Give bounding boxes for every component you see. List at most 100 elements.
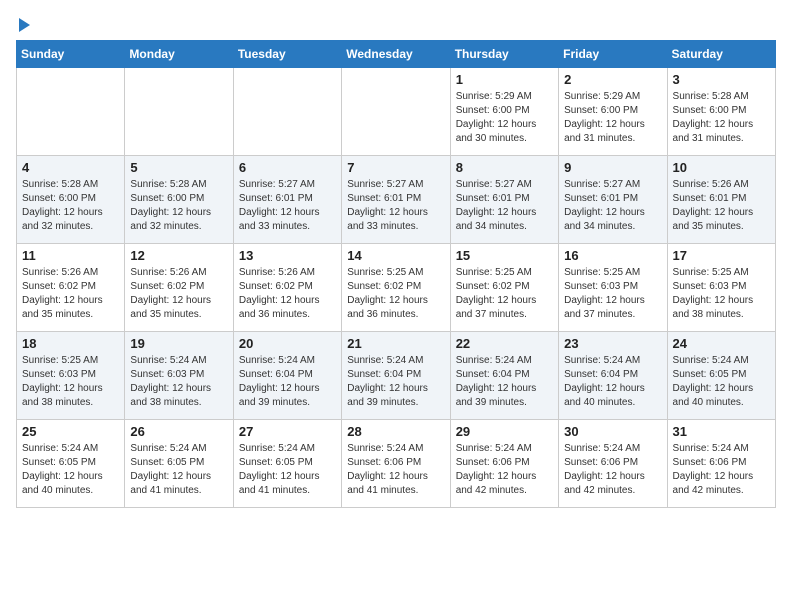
day-number: 21	[347, 336, 444, 351]
calendar-table: SundayMondayTuesdayWednesdayThursdayFrid…	[16, 40, 776, 508]
day-number: 3	[673, 72, 770, 87]
calendar-cell: 22Sunrise: 5:24 AM Sunset: 6:04 PM Dayli…	[450, 332, 558, 420]
day-info: Sunrise: 5:24 AM Sunset: 6:06 PM Dayligh…	[564, 442, 661, 498]
day-number: 24	[673, 336, 770, 351]
day-info: Sunrise: 5:24 AM Sunset: 6:03 PM Dayligh…	[130, 354, 227, 410]
day-info: Sunrise: 5:28 AM Sunset: 6:00 PM Dayligh…	[130, 178, 227, 234]
day-number: 31	[673, 424, 770, 439]
weekday-header: Friday	[559, 41, 667, 68]
calendar-week-row: 25Sunrise: 5:24 AM Sunset: 6:05 PM Dayli…	[17, 420, 776, 508]
day-info: Sunrise: 5:24 AM Sunset: 6:04 PM Dayligh…	[239, 354, 336, 410]
calendar-cell: 24 Sunrise: 5:24 AM Sunset: 6:05 PM Dayli…	[667, 332, 775, 420]
calendar-week-row: 1 Sunrise: 5:29 AM Sunset: 6:00 PM Daylig…	[17, 68, 776, 156]
day-info: Sunrise: 5:25 AM Sunset: 6:03 PM Dayligh…	[564, 266, 661, 322]
calendar-week-row: 4 Sunrise: 5:28 AM Sunset: 6:00 PM Daylig…	[17, 156, 776, 244]
calendar-cell: 13Sunrise: 5:26 AM Sunset: 6:02 PM Dayli…	[233, 244, 341, 332]
day-info: Sunrise: 5:24 AM Sunset: 6:04 PM Dayligh…	[347, 354, 444, 410]
calendar-cell: 18 Sunrise: 5:25 AM Sunset: 6:03 PM Dayli…	[17, 332, 125, 420]
day-number: 29	[456, 424, 553, 439]
calendar-cell: 10Sunrise: 5:26 AM Sunset: 6:01 PM Dayli…	[667, 156, 775, 244]
day-info: Sunrise: 5:28 AM Sunset: 6:00 PM Dayligh…	[673, 90, 770, 146]
calendar-cell: 14 Sunrise: 5:25 AM Sunset: 6:02 PM Dayli…	[342, 244, 450, 332]
calendar-week-row: 18 Sunrise: 5:25 AM Sunset: 6:03 PM Dayli…	[17, 332, 776, 420]
day-info: Sunrise: 5:26 AM Sunset: 6:02 PM Dayligh…	[22, 266, 119, 322]
calendar-cell	[125, 68, 233, 156]
page-header	[16, 16, 776, 32]
day-number: 16	[564, 248, 661, 263]
day-number: 4	[22, 160, 119, 175]
weekday-header: Wednesday	[342, 41, 450, 68]
day-number: 1	[456, 72, 553, 87]
day-number: 18	[22, 336, 119, 351]
day-info: Sunrise: 5:28 AM Sunset: 6:00 PM Dayligh…	[22, 178, 119, 234]
day-number: 27	[239, 424, 336, 439]
calendar-cell: 29 Sunrise: 5:24 AM Sunset: 6:06 PM Dayli…	[450, 420, 558, 508]
weekday-header: Thursday	[450, 41, 558, 68]
day-number: 30	[564, 424, 661, 439]
day-info: Sunrise: 5:24 AM Sunset: 6:05 PM Dayligh…	[673, 354, 770, 410]
day-number: 8	[456, 160, 553, 175]
day-info: Sunrise: 5:25 AM Sunset: 6:03 PM Dayligh…	[673, 266, 770, 322]
day-info: Sunrise: 5:24 AM Sunset: 6:04 PM Dayligh…	[456, 354, 553, 410]
day-info: Sunrise: 5:27 AM Sunset: 6:01 PM Dayligh…	[456, 178, 553, 234]
calendar-cell: 28Sunrise: 5:24 AM Sunset: 6:06 PM Dayli…	[342, 420, 450, 508]
calendar-cell: 17 Sunrise: 5:25 AM Sunset: 6:03 PM Dayli…	[667, 244, 775, 332]
day-number: 7	[347, 160, 444, 175]
weekday-header: Sunday	[17, 41, 125, 68]
weekday-header: Tuesday	[233, 41, 341, 68]
day-number: 14	[347, 248, 444, 263]
weekday-header: Monday	[125, 41, 233, 68]
calendar-cell: 25Sunrise: 5:24 AM Sunset: 6:05 PM Dayli…	[17, 420, 125, 508]
calendar-cell	[17, 68, 125, 156]
day-number: 28	[347, 424, 444, 439]
day-info: Sunrise: 5:29 AM Sunset: 6:00 PM Dayligh…	[564, 90, 661, 146]
day-number: 19	[130, 336, 227, 351]
day-number: 9	[564, 160, 661, 175]
calendar-cell: 19 Sunrise: 5:24 AM Sunset: 6:03 PM Dayli…	[125, 332, 233, 420]
calendar-cell: 23 Sunrise: 5:24 AM Sunset: 6:04 PM Dayli…	[559, 332, 667, 420]
day-number: 10	[673, 160, 770, 175]
day-info: Sunrise: 5:25 AM Sunset: 6:02 PM Dayligh…	[347, 266, 444, 322]
calendar-cell: 26 Sunrise: 5:24 AM Sunset: 6:05 PM Dayli…	[125, 420, 233, 508]
day-number: 11	[22, 248, 119, 263]
day-number: 17	[673, 248, 770, 263]
day-number: 2	[564, 72, 661, 87]
calendar-cell: 15 Sunrise: 5:25 AM Sunset: 6:02 PM Dayli…	[450, 244, 558, 332]
day-info: Sunrise: 5:27 AM Sunset: 6:01 PM Dayligh…	[347, 178, 444, 234]
day-info: Sunrise: 5:25 AM Sunset: 6:02 PM Dayligh…	[456, 266, 553, 322]
day-number: 15	[456, 248, 553, 263]
day-info: Sunrise: 5:24 AM Sunset: 6:06 PM Dayligh…	[456, 442, 553, 498]
day-info: Sunrise: 5:26 AM Sunset: 6:02 PM Dayligh…	[130, 266, 227, 322]
day-info: Sunrise: 5:24 AM Sunset: 6:04 PM Dayligh…	[564, 354, 661, 410]
logo	[16, 16, 30, 32]
calendar-cell	[233, 68, 341, 156]
day-info: Sunrise: 5:24 AM Sunset: 6:05 PM Dayligh…	[22, 442, 119, 498]
calendar-cell: 9 Sunrise: 5:27 AM Sunset: 6:01 PM Daylig…	[559, 156, 667, 244]
calendar-cell	[342, 68, 450, 156]
day-number: 26	[130, 424, 227, 439]
calendar-cell: 20 Sunrise: 5:24 AM Sunset: 6:04 PM Dayli…	[233, 332, 341, 420]
day-info: Sunrise: 5:25 AM Sunset: 6:03 PM Dayligh…	[22, 354, 119, 410]
day-number: 20	[239, 336, 336, 351]
calendar-cell: 2 Sunrise: 5:29 AM Sunset: 6:00 PM Daylig…	[559, 68, 667, 156]
calendar-cell: 30 Sunrise: 5:24 AM Sunset: 6:06 PM Dayli…	[559, 420, 667, 508]
day-info: Sunrise: 5:24 AM Sunset: 6:05 PM Dayligh…	[239, 442, 336, 498]
day-info: Sunrise: 5:24 AM Sunset: 6:06 PM Dayligh…	[673, 442, 770, 498]
calendar-cell: 3 Sunrise: 5:28 AM Sunset: 6:00 PM Daylig…	[667, 68, 775, 156]
day-info: Sunrise: 5:27 AM Sunset: 6:01 PM Dayligh…	[564, 178, 661, 234]
day-info: Sunrise: 5:24 AM Sunset: 6:05 PM Dayligh…	[130, 442, 227, 498]
calendar-cell: 12Sunrise: 5:26 AM Sunset: 6:02 PM Dayli…	[125, 244, 233, 332]
calendar-cell: 16 Sunrise: 5:25 AM Sunset: 6:03 PM Dayli…	[559, 244, 667, 332]
calendar-cell: 6 Sunrise: 5:27 AM Sunset: 6:01 PM Daylig…	[233, 156, 341, 244]
weekday-header: Saturday	[667, 41, 775, 68]
day-number: 6	[239, 160, 336, 175]
calendar-cell: 11 Sunrise: 5:26 AM Sunset: 6:02 PM Dayli…	[17, 244, 125, 332]
day-info: Sunrise: 5:29 AM Sunset: 6:00 PM Dayligh…	[456, 90, 553, 146]
calendar-cell: 1 Sunrise: 5:29 AM Sunset: 6:00 PM Daylig…	[450, 68, 558, 156]
day-info: Sunrise: 5:27 AM Sunset: 6:01 PM Dayligh…	[239, 178, 336, 234]
calendar-cell: 4 Sunrise: 5:28 AM Sunset: 6:00 PM Daylig…	[17, 156, 125, 244]
calendar-week-row: 11 Sunrise: 5:26 AM Sunset: 6:02 PM Dayli…	[17, 244, 776, 332]
calendar-header-row: SundayMondayTuesdayWednesdayThursdayFrid…	[17, 41, 776, 68]
day-info: Sunrise: 5:26 AM Sunset: 6:02 PM Dayligh…	[239, 266, 336, 322]
day-number: 23	[564, 336, 661, 351]
